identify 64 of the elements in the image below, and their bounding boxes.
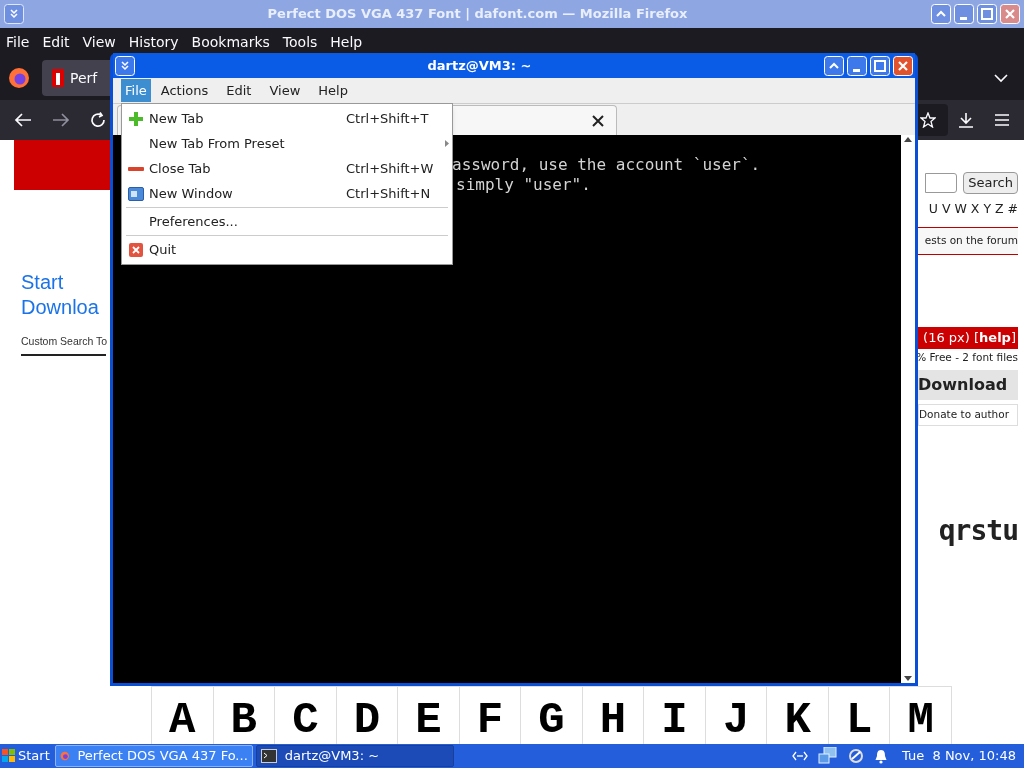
window-icon xyxy=(127,185,144,202)
maximize-icon[interactable] xyxy=(870,55,890,76)
windows-flag-icon xyxy=(2,749,16,763)
chevron-down-icon[interactable] xyxy=(994,73,1008,83)
menu-item[interactable]: Preferences... xyxy=(122,209,452,234)
terminal-line: assword, use the account `user`. xyxy=(452,155,761,174)
terminal-line: simply "user". xyxy=(456,175,591,194)
donate-button[interactable]: Donate to author xyxy=(918,403,1018,426)
forum-notice: ests on the forum xyxy=(918,226,1018,255)
site-icon xyxy=(52,69,64,87)
back-icon[interactable] xyxy=(14,112,32,128)
bell-icon[interactable] xyxy=(874,748,888,764)
minimize-icon[interactable] xyxy=(847,55,867,76)
menu-item[interactable]: Edit xyxy=(42,31,70,53)
menu-item[interactable]: View xyxy=(261,79,309,102)
menu-item[interactable]: Close Tab Ctrl+Shift+W xyxy=(122,156,452,181)
ad-link[interactable]: Custom Search To xyxy=(21,334,106,356)
scroll-down-icon xyxy=(904,676,912,681)
ad-text[interactable]: Downloa xyxy=(21,295,110,320)
menu-item[interactable]: View xyxy=(82,31,116,53)
menu-item[interactable]: Bookmarks xyxy=(191,31,270,53)
maximize-icon[interactable] xyxy=(977,4,997,24)
caret-up-icon[interactable] xyxy=(824,55,844,76)
forward-icon[interactable] xyxy=(52,112,70,128)
submenu-arrow-icon xyxy=(445,140,449,147)
reload-icon[interactable] xyxy=(90,112,106,128)
search-field[interactable] xyxy=(925,173,958,193)
download-button[interactable]: Download xyxy=(918,369,1018,400)
start-button[interactable]: Start xyxy=(0,744,52,768)
taskbar-button[interactable]: dartz@VM3: ~ xyxy=(255,745,454,767)
code-brackets-icon[interactable] xyxy=(792,751,808,761)
menu-item[interactable]: New Window Ctrl+Shift+N xyxy=(122,181,452,206)
menu-item[interactable]: Help xyxy=(330,31,363,53)
firefox-icon xyxy=(8,67,30,89)
star-icon[interactable] xyxy=(920,112,936,128)
menu-item[interactable]: New Tab From Preset xyxy=(122,131,452,156)
network-icon[interactable] xyxy=(818,747,838,765)
close-icon[interactable] xyxy=(592,114,604,127)
minus-icon xyxy=(127,165,144,172)
scroll-up-icon xyxy=(904,137,912,142)
caret-up-icon[interactable] xyxy=(931,4,951,24)
menu-item[interactable]: History xyxy=(128,31,179,53)
menu-item[interactable]: Quit xyxy=(122,237,452,262)
menu-item[interactable]: Tools xyxy=(282,31,318,53)
scrollbar[interactable] xyxy=(901,135,915,683)
window-title: Perfect DOS VGA 437 Font | dafont.com — Mozilla Firefox xyxy=(266,5,689,24)
alphabet-links[interactable]: U V W X Y Z # xyxy=(928,200,1018,219)
sample-text: qrstu xyxy=(938,512,1018,549)
download-icon[interactable] xyxy=(958,112,974,128)
menu-item[interactable]: File xyxy=(121,79,151,102)
plus-icon xyxy=(127,110,144,127)
menu-item[interactable]: File xyxy=(6,31,30,53)
menu-item[interactable]: New Tab Ctrl+Shift+T xyxy=(122,106,452,131)
menu-item[interactable]: Help xyxy=(310,79,356,102)
quit-icon xyxy=(128,242,143,257)
minimize-icon[interactable] xyxy=(954,4,974,24)
size-bar: (16 px) [help] xyxy=(918,326,1018,349)
menu-item[interactable]: Edit xyxy=(218,79,260,102)
window-title: dartz@VM3: ~ xyxy=(426,56,533,75)
ad-text[interactable]: Start xyxy=(21,270,110,295)
menu-item[interactable]: Actions xyxy=(152,79,217,102)
terminal-icon xyxy=(260,749,277,763)
taskbar-button[interactable]: Perfect DOS VGA 437 Fo... xyxy=(54,745,253,767)
search-button[interactable]: Search xyxy=(963,172,1018,194)
